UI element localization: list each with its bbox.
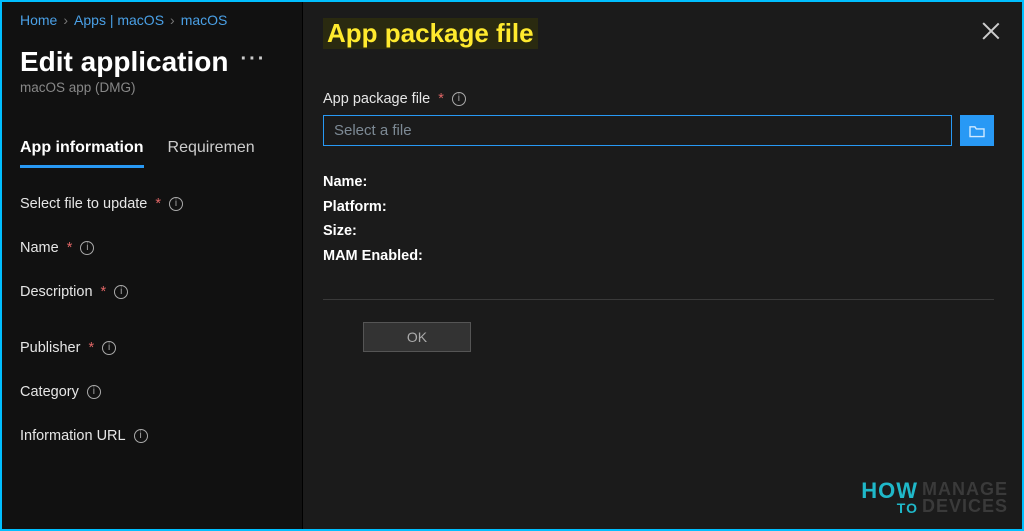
meta-mam-label: MAM Enabled: bbox=[323, 244, 423, 269]
edit-application-panel: Edit application ··· macOS app (DMG) App… bbox=[2, 36, 312, 454]
chevron-right-icon: › bbox=[63, 12, 68, 28]
breadcrumb-macos[interactable]: macOS bbox=[181, 12, 228, 28]
divider bbox=[323, 299, 994, 300]
flyout-title: App package file bbox=[323, 18, 538, 49]
required-asterisk: * bbox=[67, 240, 73, 256]
label-app-package-file: App package file bbox=[323, 91, 430, 107]
breadcrumb-home[interactable]: Home bbox=[20, 12, 57, 28]
tab-app-information[interactable]: App information bbox=[20, 139, 144, 168]
meta-platform-label: Platform: bbox=[323, 195, 387, 220]
info-icon[interactable]: i bbox=[80, 241, 94, 255]
label-description: Description bbox=[20, 284, 93, 300]
label-information-url: Information URL bbox=[20, 428, 126, 444]
label-name: Name bbox=[20, 240, 59, 256]
file-metadata: Name: Platform: Size: MAM Enabled: bbox=[323, 170, 994, 269]
page-title: Edit application bbox=[20, 46, 228, 78]
label-publisher: Publisher bbox=[20, 340, 80, 356]
more-icon[interactable]: ··· bbox=[240, 48, 266, 77]
folder-icon bbox=[968, 124, 986, 138]
info-icon[interactable]: i bbox=[114, 285, 128, 299]
app-package-file-input[interactable] bbox=[323, 115, 952, 146]
required-asterisk: * bbox=[101, 284, 107, 300]
label-select-file: Select file to update bbox=[20, 196, 147, 212]
info-icon[interactable]: i bbox=[452, 92, 466, 106]
close-icon[interactable] bbox=[978, 18, 1004, 44]
watermark-to: TO bbox=[897, 502, 918, 515]
watermark-how: HOW bbox=[861, 481, 918, 502]
required-asterisk: * bbox=[155, 196, 161, 212]
required-asterisk: * bbox=[438, 91, 444, 107]
info-icon[interactable]: i bbox=[102, 341, 116, 355]
tabs: App information Requiremen bbox=[20, 139, 294, 168]
app-package-file-flyout: App package file App package file * i Na… bbox=[302, 2, 1022, 529]
meta-size-label: Size: bbox=[323, 219, 357, 244]
ok-button[interactable]: OK bbox=[363, 322, 471, 352]
page-subtitle: macOS app (DMG) bbox=[20, 80, 294, 95]
tab-requirements[interactable]: Requiremen bbox=[168, 139, 255, 168]
info-icon[interactable]: i bbox=[134, 429, 148, 443]
watermark: HOW TO MANAGE DEVICES bbox=[861, 481, 1008, 515]
chevron-right-icon: › bbox=[170, 12, 175, 28]
breadcrumb-apps-macos[interactable]: Apps | macOS bbox=[74, 12, 164, 28]
browse-file-button[interactable] bbox=[960, 115, 994, 146]
info-icon[interactable]: i bbox=[169, 197, 183, 211]
meta-name-label: Name: bbox=[323, 170, 367, 195]
info-icon[interactable]: i bbox=[87, 385, 101, 399]
watermark-devices: DEVICES bbox=[922, 498, 1008, 515]
label-category: Category bbox=[20, 384, 79, 400]
required-asterisk: * bbox=[88, 340, 94, 356]
